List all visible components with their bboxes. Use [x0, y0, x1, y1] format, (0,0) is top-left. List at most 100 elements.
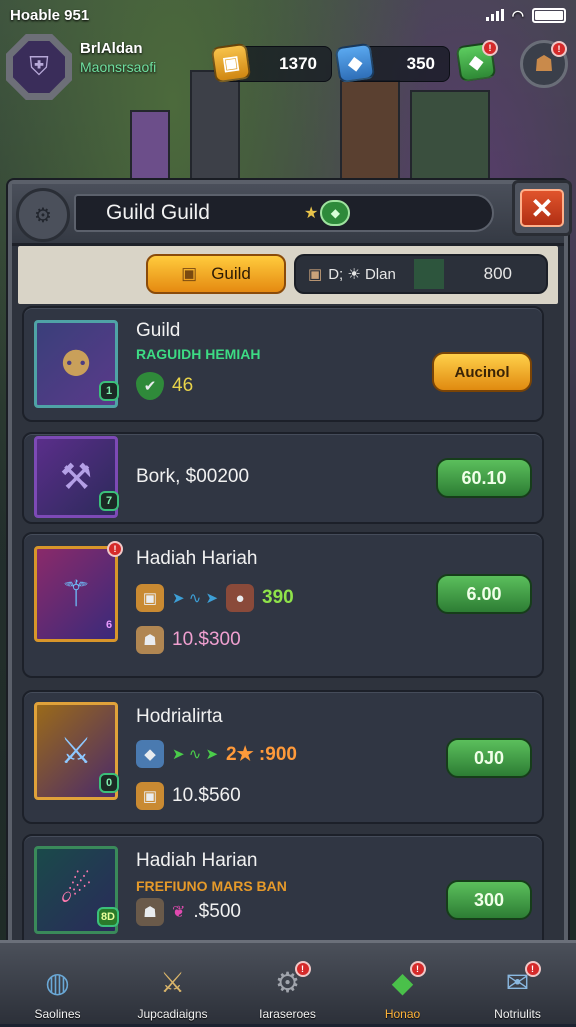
- nav-label: Jupcadiaigns: [137, 1007, 207, 1021]
- info-count: 800: [484, 264, 512, 284]
- arrow-icon: ➤ ∿ ➤: [172, 589, 218, 607]
- reward-list[interactable]: ⚉ 1 Guild RAGUIDH HEMIAH ✔ 46 Aucinol ⚒ …: [18, 306, 558, 946]
- nav-label: Saolines: [34, 1007, 80, 1021]
- nav-item-heroes[interactable]: ⚙ ! Iaraseroes: [230, 943, 345, 1027]
- gold-amount: 1370: [279, 54, 317, 74]
- top-bar: ⛨ BrlAldan Maonsrsaofi ▣ 1370 ◆ 350 ◆ ! …: [0, 30, 576, 100]
- shield-gem-icon: ◆: [320, 200, 350, 226]
- list-item: ☄ 8D Hadiah Harian FREFIUNO MARS BAN ☗ ❦…: [22, 834, 544, 946]
- crystal-icon: ◆: [136, 740, 164, 768]
- rabbit-icon: ❦: [172, 902, 185, 922]
- item-thumbnail: ⚒ 7: [34, 436, 118, 518]
- pouch-icon: ☗: [136, 626, 164, 654]
- item-subtitle: RAGUIDH HEMIAH: [136, 346, 260, 362]
- ore-icon: ●: [226, 584, 254, 612]
- gear-emblem-icon: ⚙: [16, 188, 70, 242]
- item-name: Hadiah Hariah: [136, 548, 257, 570]
- item-price: ▣ 10.$560: [136, 782, 241, 810]
- info-label: D; ☀ Dlan: [328, 265, 396, 283]
- title-decoration: ★ ◆: [304, 200, 350, 226]
- player-title: Maonsrsaofi: [80, 59, 156, 75]
- item-price-value: .$500: [193, 901, 241, 923]
- nav-label: Iaraseroes: [259, 1007, 316, 1021]
- level-badge: 7: [99, 491, 119, 511]
- level-badge: 0: [99, 773, 119, 793]
- item-thumbnail: ☄ 8D: [34, 846, 118, 934]
- gem-amount: 350: [407, 54, 435, 74]
- crossed-swords-icon: ⚔: [150, 961, 196, 1003]
- notification-badge: !: [107, 541, 123, 557]
- item-name: Guild: [136, 320, 180, 342]
- item-name: Hodrialirta: [136, 706, 223, 728]
- close-icon: ✕: [520, 189, 564, 227]
- buy-button[interactable]: 0J0: [446, 738, 532, 778]
- wifi-icon: ◠: [512, 7, 524, 24]
- blue-gem-icon: ◆: [335, 43, 376, 84]
- close-button[interactable]: ✕: [512, 180, 572, 236]
- list-item: ⚒ 7 Bork, $00200 60.10: [22, 432, 544, 524]
- energy-resource[interactable]: ◆ !: [466, 46, 506, 82]
- item-subtitle: FREFIUNO MARS BAN: [136, 878, 287, 894]
- scroll-icon: ✉ !: [495, 961, 541, 1003]
- cannon-icon: ⚙ !: [265, 961, 311, 1003]
- level-badge: 8D: [97, 907, 119, 927]
- green-gem-icon: ◆ !: [380, 961, 426, 1003]
- level-badge: 6: [99, 615, 119, 635]
- player-avatar[interactable]: ⛨: [6, 34, 72, 100]
- battery-icon: [532, 8, 566, 23]
- panel-title: Guild Guild: [106, 201, 210, 225]
- item-name: Bork, $00200: [136, 466, 249, 488]
- sword-icon: ⚔: [60, 730, 92, 772]
- crate-icon: ▣: [308, 265, 322, 283]
- crate-icon: ▣: [181, 264, 197, 284]
- star-icon: ★: [304, 203, 318, 223]
- level-badge: 1: [99, 381, 119, 401]
- item-thumbnail: ⚉ 1: [34, 320, 118, 408]
- gold-crate-icon: ▣: [211, 43, 252, 84]
- notification-badge: !: [551, 41, 567, 57]
- gold-resource[interactable]: ▣ 1370: [222, 46, 332, 82]
- staff-icon: ⚚: [60, 573, 92, 615]
- torch-icon: ☄: [60, 869, 92, 911]
- tab-guild[interactable]: ▣ Guild: [146, 254, 286, 294]
- tab-bar: ▣ Guild ▣ D; ☀ Dlan 800: [18, 246, 558, 304]
- item-stats: ▣ ➤ ∿ ➤ ● 390: [136, 584, 294, 612]
- shield-icon: ◍: [35, 961, 81, 1003]
- nav-item-shop[interactable]: ◆ ! Honao: [345, 943, 460, 1027]
- panel-header: ⚙ Guild Guild ★ ◆ ✕: [12, 184, 564, 246]
- player-name: BrlAldan: [80, 40, 143, 57]
- item-stats: ◆ ➤ ∿ ➤ 2★ :900: [136, 740, 297, 768]
- inventory-button[interactable]: ☗ !: [520, 40, 568, 88]
- crate-icon: ▣: [136, 584, 164, 612]
- gem-resource[interactable]: ◆ 350: [346, 46, 450, 82]
- treasure-bag-icon: ☗: [534, 51, 554, 77]
- item-stat: 390: [262, 587, 294, 609]
- item-thumbnail: ⚔ 0: [34, 702, 118, 800]
- armor-icon: ⚉: [60, 343, 92, 385]
- item-price: ☗ ❦ .$500: [136, 898, 241, 926]
- guild-info-tab[interactable]: ▣ D; ☀ Dlan 800: [294, 254, 548, 294]
- crate-icon: ▣: [136, 782, 164, 810]
- nav-item-notifications[interactable]: ✉ ! Notriulits: [460, 943, 575, 1027]
- item-value: 46: [172, 375, 193, 397]
- status-bar: Hoable 951 ◠: [0, 0, 576, 30]
- buy-button[interactable]: 300: [446, 880, 532, 920]
- notification-badge: !: [482, 40, 498, 56]
- item-price-value: 10.$300: [172, 629, 241, 651]
- notification-badge: !: [295, 961, 311, 977]
- item-price: ☗ 10.$300: [136, 626, 241, 654]
- arrow-icon: ➤ ∿ ➤: [172, 745, 218, 763]
- item-stats: ✔ 46: [136, 372, 193, 400]
- buy-button[interactable]: 60.10: [436, 458, 532, 498]
- nav-item-home[interactable]: ◍ Saolines: [0, 943, 115, 1027]
- item-stat: 2★ :900: [226, 743, 297, 766]
- nav-item-campaigns[interactable]: ⚔ Jupcadiaigns: [115, 943, 230, 1027]
- item-name: Hadiah Harian: [136, 850, 257, 872]
- item-price-value: 10.$560: [172, 785, 241, 807]
- buy-button[interactable]: 6.00: [436, 574, 532, 614]
- notification-badge: !: [525, 961, 541, 977]
- nav-label: Notriulits: [494, 1007, 541, 1021]
- list-item: ⚉ 1 Guild RAGUIDH HEMIAH ✔ 46 Aucinol: [22, 306, 544, 422]
- nav-label: Honao: [385, 1007, 420, 1021]
- claim-button[interactable]: Aucinol: [432, 352, 532, 392]
